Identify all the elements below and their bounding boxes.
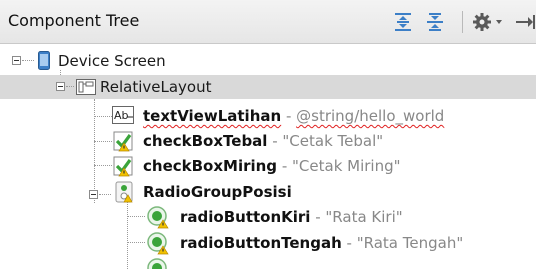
node-value: "Cetak Tebal" [282, 132, 384, 150]
textview-icon: Ab [112, 106, 134, 124]
toolbar-divider [462, 11, 463, 33]
node-id: radioButtonKiri [180, 208, 311, 226]
node-label: Device Screen [58, 52, 166, 70]
node-separator: - [341, 234, 357, 252]
node-id: checkBoxMiring [143, 157, 278, 175]
checkbox-warning-icon [113, 131, 133, 152]
node-text: checkBoxTebal - "Cetak Tebal" [143, 132, 383, 150]
node-separator: - [277, 157, 293, 175]
tree-row-checkbox-miring[interactable]: checkBoxMiring - "Cetak Miring" [0, 154, 536, 178]
tree-guide-line [66, 86, 74, 87]
component-tree: Device Screen RelativeLayout Ab textView… [0, 45, 536, 269]
node-value: "Rata Tengah" [356, 234, 464, 252]
node-separator: - [267, 132, 283, 150]
panel-title: Component Tree [8, 11, 140, 30]
node-label: RelativeLayout [100, 78, 212, 96]
svg-text:Ab: Ab [114, 109, 129, 122]
node-separator: - [281, 107, 297, 125]
tree-row-device-screen[interactable]: Device Screen [0, 49, 536, 73]
node-value: @string/hello_world [296, 107, 445, 125]
node-value: "Rata Kiri" [325, 208, 403, 226]
tree-row-textview[interactable]: Ab textViewLatihan - @string/hello_world [0, 104, 536, 128]
tree-guide-line [22, 60, 34, 61]
node-text: radioButtonTengah - "Rata Tengah" [180, 234, 463, 252]
tree-row-radio-group[interactable]: RadioGroupPosisi [0, 180, 536, 204]
hide-panel-icon[interactable] [514, 11, 536, 33]
tree-guide-line [99, 194, 111, 195]
component-tree-panel: Component Tree Device Screen RelativeLay… [0, 0, 536, 269]
tree-row-checkbox-tebal[interactable]: checkBoxTebal - "Cetak Tebal" [0, 129, 536, 153]
collapse-toggle[interactable] [56, 82, 65, 91]
node-id: radioButtonTengah [180, 234, 342, 252]
node-id: checkBoxTebal [143, 132, 268, 150]
relative-layout-icon [76, 79, 96, 95]
tree-row-partial[interactable] [0, 257, 536, 269]
tree-row-radio-kiri[interactable]: radioButtonKiri - "Rata Kiri" [0, 205, 536, 229]
panel-header: Component Tree [0, 0, 536, 44]
tree-row-relative-layout[interactable]: RelativeLayout [0, 75, 536, 99]
checkbox-warning-icon [113, 156, 133, 177]
collapse-all-icon[interactable] [424, 11, 446, 33]
node-text: radioButtonKiri - "Rata Kiri" [180, 208, 403, 226]
node-id: RadioGroupPosisi [143, 183, 292, 201]
collapse-toggle[interactable] [89, 190, 98, 199]
radio-button-icon [147, 258, 167, 269]
node-value: "Cetak Miring" [292, 157, 401, 175]
radio-group-icon [115, 181, 133, 203]
node-separator: - [310, 208, 326, 226]
expand-all-icon[interactable] [392, 11, 414, 33]
tree-row-radio-tengah[interactable]: radioButtonTengah - "Rata Tengah" [0, 231, 536, 255]
radio-button-warning-icon [147, 232, 169, 255]
node-text: checkBoxMiring - "Cetak Miring" [143, 157, 401, 175]
gear-icon[interactable] [472, 11, 504, 33]
device-icon [38, 51, 50, 70]
collapse-toggle[interactable] [12, 56, 21, 65]
node-text: textViewLatihan - @string/hello_world [143, 107, 444, 125]
radio-button-warning-icon [147, 206, 169, 229]
node-id: textViewLatihan [143, 107, 282, 125]
